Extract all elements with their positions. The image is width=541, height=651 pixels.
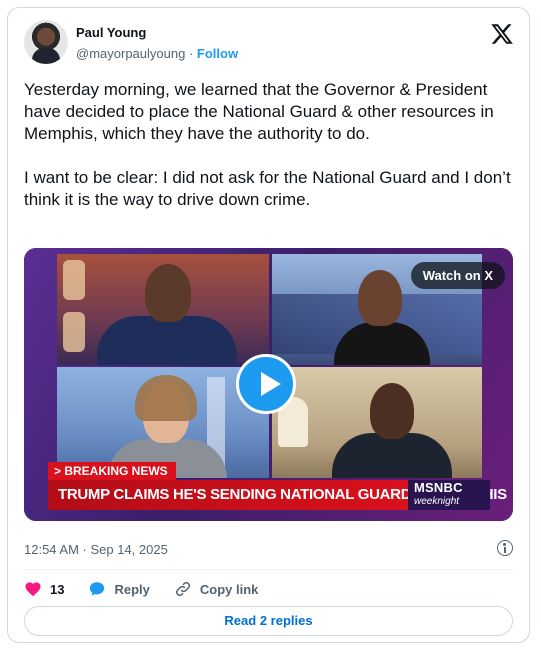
author-name[interactable]: Paul Young (76, 25, 146, 40)
reply-label: Reply (114, 581, 150, 597)
tweet-paragraph: Yesterday morning, we learned that the G… (24, 80, 494, 143)
action-bar: 13 Reply Copy link (24, 578, 282, 600)
like-count: 13 (50, 581, 65, 597)
copy-link-label: Copy link (199, 581, 259, 597)
tweet-timestamp[interactable]: 12:54 AM · Sep 14, 2025 (24, 542, 168, 557)
network-logo: MSNBC weeknight (408, 480, 490, 510)
copy-link-button[interactable]: Copy link (174, 580, 259, 598)
tweet-paragraph: I want to be clear: I did not ask for th… (24, 168, 511, 209)
breaking-news-label: > BREAKING NEWS (48, 462, 176, 480)
separator-dot: · (188, 46, 194, 61)
follow-button[interactable]: Follow (197, 46, 238, 61)
tweet-card: Paul Young @mayorpaulyoung · Follow Yest… (7, 7, 530, 643)
video-pane-bottom-right (272, 367, 482, 478)
tweet-text: Yesterday morning, we learned that the G… (24, 79, 516, 211)
show-name: weeknight (414, 496, 460, 507)
news-chyron: TRUMP CLAIMS HE'S SENDING NATIONAL GUARD… (48, 480, 507, 510)
divider (24, 569, 514, 570)
network-name: MSNBC (414, 480, 463, 495)
x-logo-icon[interactable] (490, 22, 514, 46)
video-player[interactable]: Watch on X > BREAKING NEWS TRUMP CLAIMS … (24, 248, 513, 521)
reply-bubble-icon (88, 580, 106, 598)
author-handle-row: @mayorpaulyoung · Follow (76, 46, 238, 61)
reply-button[interactable]: Reply (88, 580, 150, 598)
watch-on-x-button[interactable]: Watch on X (410, 262, 505, 289)
author-handle[interactable]: @mayorpaulyoung (76, 46, 185, 61)
link-icon (174, 580, 192, 598)
info-icon[interactable] (497, 540, 513, 556)
heart-icon (24, 580, 42, 598)
video-pane-top-left (57, 254, 269, 365)
read-replies-button[interactable]: Read 2 replies (24, 606, 513, 636)
avatar[interactable] (24, 20, 68, 64)
play-icon[interactable] (236, 354, 296, 414)
like-button[interactable]: 13 (24, 580, 64, 598)
